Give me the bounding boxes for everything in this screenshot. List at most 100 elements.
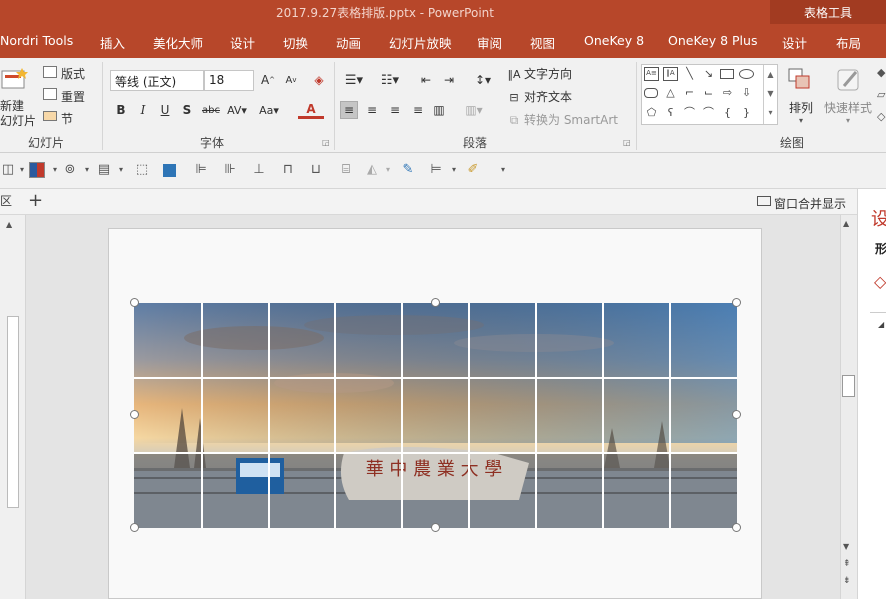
tab-view[interactable]: 视图 (530, 33, 555, 52)
distributed-icon[interactable]: ▥ (430, 101, 448, 119)
char-spacing-icon[interactable]: AV▾ (225, 101, 249, 119)
vertical-textbox-shape-icon[interactable]: ‖A (663, 67, 678, 81)
curve-shape-icon[interactable]: ⌒ (682, 106, 697, 120)
text-direction-button[interactable]: 文字方向 (524, 65, 572, 82)
justify-icon[interactable]: ≡ (409, 101, 427, 119)
arc-shape-icon[interactable]: ⌒ (701, 106, 716, 120)
quick-styles-dropdown-icon[interactable]: ▾ (846, 116, 850, 125)
format-painter-icon[interactable]: ✐ (465, 162, 481, 178)
resize-handle-top-right[interactable] (732, 298, 741, 307)
scribble-shape-icon[interactable]: ʕ (663, 106, 678, 120)
arrange-button[interactable]: 排列 (789, 99, 813, 116)
rectangle-shape-icon[interactable] (720, 69, 734, 79)
rounded-rect-shape-icon[interactable] (644, 88, 658, 98)
scroll-up-icon[interactable]: ▲ (843, 219, 849, 228)
quick-styles-button[interactable]: 快速样式 (824, 99, 872, 116)
elbow-connector-shape-icon[interactable]: ⌐ (682, 86, 697, 100)
new-slide-button[interactable]: 新建 幻灯片 (0, 99, 36, 129)
tab-table-design[interactable]: 设计 (782, 33, 807, 52)
arrange-dropdown-icon[interactable]: ▾ (799, 116, 803, 125)
dropdown-icon[interactable]: ▾ (380, 162, 396, 178)
tab-animations[interactable]: 动画 (336, 33, 361, 52)
change-case-icon[interactable]: Aa▾ (256, 101, 282, 119)
new-slide-icon[interactable] (0, 66, 30, 96)
triangle-shape-icon[interactable]: △ (663, 86, 678, 100)
font-color-icon[interactable]: A (298, 101, 324, 119)
left-brace-shape-icon[interactable]: { (720, 106, 735, 120)
shape-fill-icon[interactable]: ◆ (877, 66, 885, 79)
shrink-font-icon[interactable]: Av (282, 71, 300, 89)
align-text-button[interactable]: 对齐文本 (524, 88, 572, 105)
merge-windows-button[interactable]: 窗口合并显示 (774, 195, 846, 212)
resize-handle-bottom-right[interactable] (732, 523, 741, 532)
next-slide-icon[interactable]: ⇟ (843, 576, 851, 586)
new-tab-icon[interactable]: + (28, 191, 48, 211)
resize-handle-bottom-left[interactable] (130, 523, 139, 532)
numbering-icon[interactable]: ☷▾ (376, 71, 404, 89)
align-middle-icon[interactable]: ⌸ (338, 162, 354, 178)
right-arrow-shape-icon[interactable]: ⇨ (720, 86, 735, 100)
align-right-objects-icon[interactable]: ⊪ (222, 162, 238, 178)
tab-onekey8plus[interactable]: OneKey 8 Plus (668, 33, 757, 48)
align-right-icon[interactable]: ≡ (386, 101, 404, 119)
convert-smartart-button[interactable]: 转换为 SmartArt (524, 111, 618, 128)
shape-union-icon[interactable]: ⊚ (62, 162, 78, 178)
distribute-horizontal-icon[interactable]: ⊓ (280, 162, 296, 178)
tab-beautify[interactable]: 美化大师 (153, 33, 203, 52)
resize-handle-left[interactable] (130, 410, 139, 419)
resize-handle-bottom[interactable] (431, 523, 440, 532)
dropdown-icon[interactable]: ▾ (446, 162, 462, 178)
font-size-combo[interactable]: 18 (204, 70, 254, 91)
line-spacing-icon[interactable]: ↕▾ (470, 71, 496, 89)
increase-indent-icon[interactable]: ⇥ (440, 71, 458, 89)
grow-font-icon[interactable]: A ^ (259, 71, 277, 89)
bold-icon[interactable]: B (112, 101, 130, 119)
align-objects-icon[interactable]: ⊨ (428, 162, 444, 178)
arrow-line-shape-icon[interactable]: ↘ (701, 67, 716, 81)
scrollbar-thumb[interactable] (842, 375, 855, 397)
fill-square-icon[interactable] (163, 164, 176, 177)
scroll-up-icon[interactable]: ▲ (6, 220, 12, 229)
line-shape-icon[interactable]: ╲ (682, 67, 697, 81)
resize-handle-right[interactable] (732, 410, 741, 419)
thumbnail-scrollbar-thumb[interactable] (7, 316, 19, 508)
textbox-shape-icon[interactable]: A≡ (644, 67, 659, 81)
decrease-indent-icon[interactable]: ⇤ (417, 71, 435, 89)
tab-transitions[interactable]: 切换 (283, 33, 308, 52)
sidebar-toggle[interactable]: 区 (0, 192, 20, 212)
elbow-arrow-shape-icon[interactable]: ⌙ (701, 86, 716, 100)
align-left-objects-icon[interactable]: ⊫ (193, 162, 209, 178)
font-name-combo[interactable]: 等线 (正文) (110, 70, 204, 91)
font-dialog-launcher-icon[interactable]: ◲ (322, 138, 330, 147)
bullets-icon[interactable]: ☰▾ (340, 71, 368, 89)
collapse-icon[interactable]: ◢ (878, 320, 884, 329)
rotate-icon[interactable]: ◭ (364, 162, 380, 178)
tab-review[interactable]: 审阅 (477, 33, 502, 52)
distribute-vertical-icon[interactable]: ⊔ (308, 162, 324, 178)
tab-nordri-tools[interactable]: Nordri Tools (0, 33, 73, 48)
clear-format-icon[interactable]: ◈ (310, 71, 328, 89)
dropdown-icon[interactable]: ▾ (79, 162, 95, 178)
paragraph-dialog-launcher-icon[interactable]: ◲ (623, 138, 631, 147)
shape-effects-icon[interactable]: ◇ (877, 110, 885, 123)
tab-table-layout[interactable]: 布局 (836, 33, 861, 52)
columns-icon[interactable]: ▥▾ (460, 101, 488, 119)
underline-icon[interactable]: U (156, 101, 174, 119)
align-center-objects-icon[interactable]: ⊥ (251, 162, 267, 178)
right-brace-shape-icon[interactable]: } (739, 106, 754, 120)
fill-icon[interactable]: ◇ (874, 272, 886, 291)
tab-onekey8[interactable]: OneKey 8 (584, 33, 644, 48)
dropdown-icon[interactable]: ▾ (113, 162, 129, 178)
align-left-icon[interactable]: ≡ (340, 101, 358, 119)
reset-button[interactable]: 重置 (61, 88, 85, 105)
oval-shape-icon[interactable] (739, 69, 754, 79)
table-with-photo[interactable]: 華 中 農 業 大 學 (134, 303, 737, 528)
align-center-icon[interactable]: ≡ (363, 101, 381, 119)
scroll-down-icon[interactable]: ▼ (843, 542, 849, 551)
tab-design[interactable]: 设计 (230, 33, 255, 52)
strikethrough-icon[interactable]: abc (200, 101, 222, 119)
freeform-shape-icon[interactable]: ⬠ (644, 106, 659, 120)
resize-handle-top[interactable] (431, 298, 440, 307)
dropdown-icon[interactable]: ▾ (47, 162, 63, 178)
resize-handle-top-left[interactable] (130, 298, 139, 307)
